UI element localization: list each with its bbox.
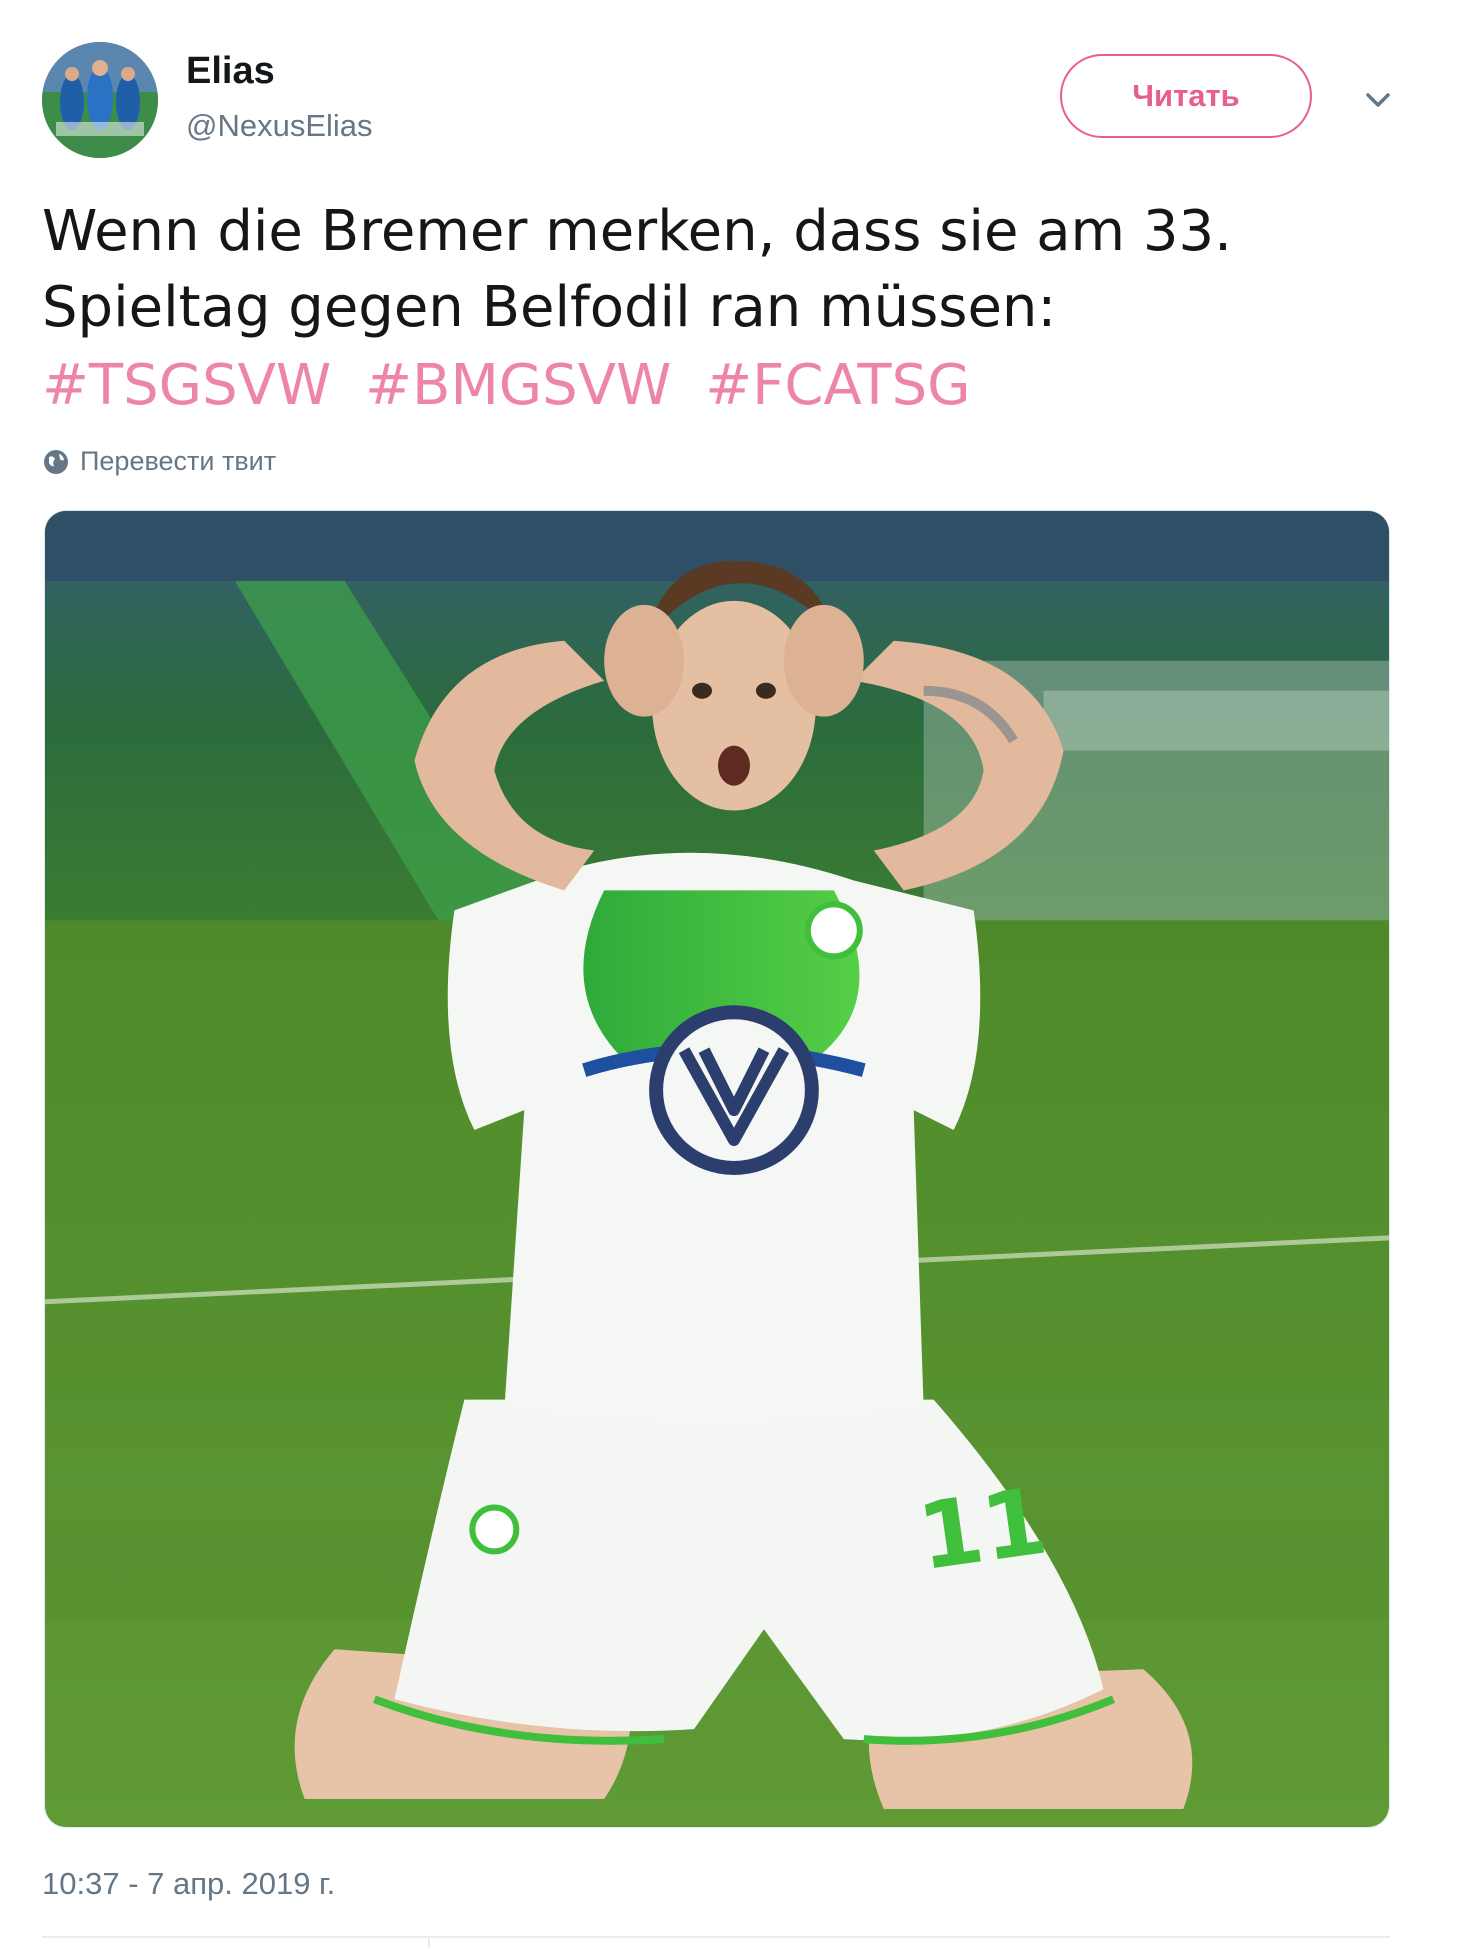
tweet-card: Elias @NexusElias Читать Wenn die Bremer… [0,0,1460,1948]
translate-label: Перевести твит [80,446,277,476]
translate-tweet-link[interactable]: Перевести твит [42,446,276,477]
chevron-down-icon[interactable] [1358,80,1398,120]
jersey-number: 11 [912,1467,1053,1591]
globe-icon [44,449,68,474]
photo-footballer-kneeling: 11 [45,511,1389,1827]
hashtag-list: #TSGSVW #BMGSVW #FCATSG [42,348,987,424]
divider [42,1936,1390,1938]
hashtag-link[interactable]: #BMGSVW [365,353,671,418]
follow-button[interactable]: Читать [1060,54,1312,138]
hashtag-link[interactable]: #FCATSG [705,353,970,418]
user-handle[interactable]: @NexusElias [186,108,373,144]
user-name[interactable]: Elias [186,50,275,93]
divider-tick [428,1936,430,1948]
tweet-text: Wenn die Bremer merken, dass sie am 33. … [42,199,1232,340]
tweet-timestamp[interactable]: 10:37 - 7 апр. 2019 г. [42,1866,335,1902]
hashtag-link[interactable]: #TSGSVW [42,353,331,418]
avatar-image [42,42,158,158]
tweet-photo[interactable]: 11 [44,510,1390,1828]
avatar[interactable] [42,42,158,158]
